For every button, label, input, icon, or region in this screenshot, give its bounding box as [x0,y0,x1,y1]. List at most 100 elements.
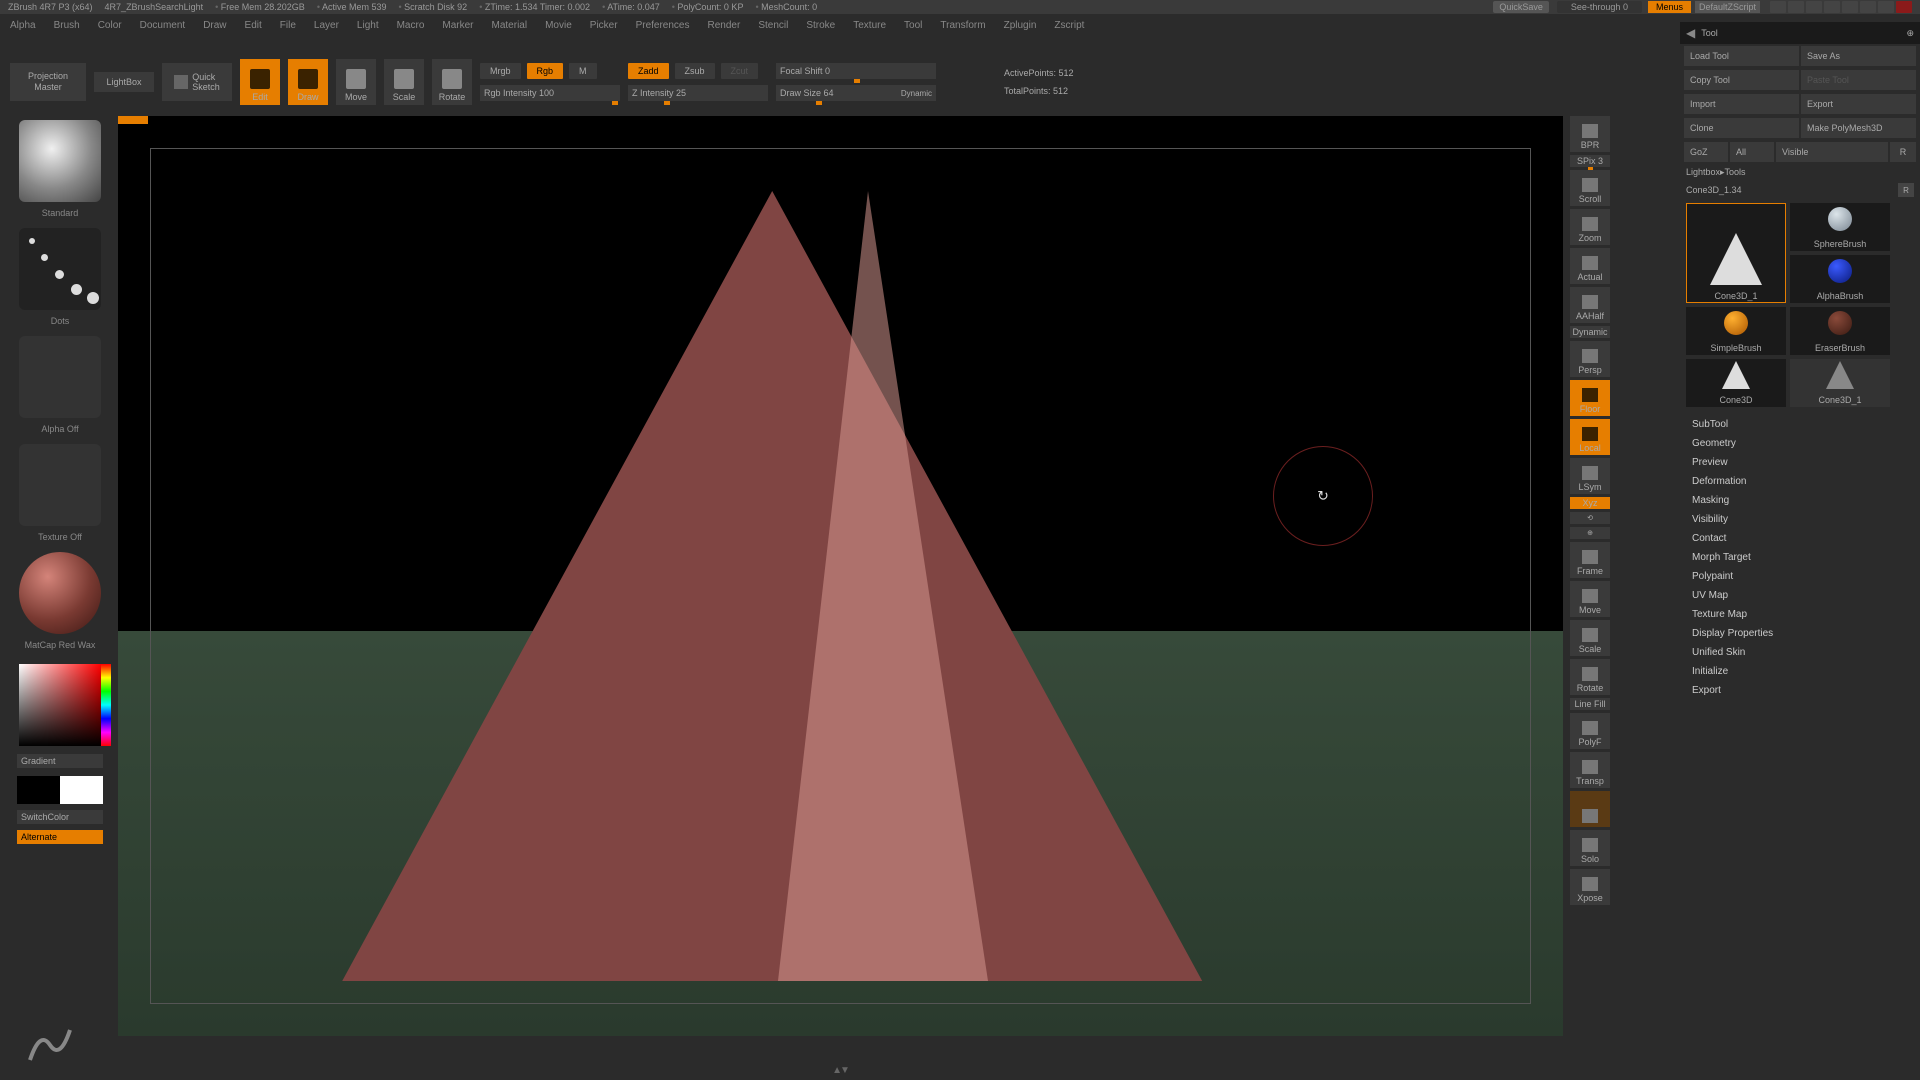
menu-zplugin[interactable]: Zplugin [1004,20,1037,31]
menu-stencil[interactable]: Stencil [758,20,788,31]
xpose-button[interactable]: Xpose [1570,869,1610,905]
titlebar-icon[interactable] [1824,1,1840,13]
scroll-button[interactable]: Scroll [1570,170,1610,206]
tool-thumb-cone3d[interactable]: Cone3D [1686,359,1786,407]
menus-toggle[interactable]: Menus [1648,1,1691,13]
menu-light[interactable]: Light [357,20,379,31]
ghost-button[interactable] [1570,791,1610,827]
section-uv-map[interactable]: UV Map [1680,586,1920,605]
brush-thumbnail[interactable] [19,120,101,202]
zoom-button[interactable]: Zoom [1570,209,1610,245]
rgb-button[interactable]: Rgb [527,63,564,79]
lsym-button[interactable]: LSym [1570,458,1610,494]
goz-button[interactable]: GoZ [1684,142,1728,162]
tool-r-button[interactable]: R [1898,183,1914,197]
menu-color[interactable]: Color [98,20,122,31]
titlebar-icon[interactable] [1842,1,1858,13]
rot-y-button[interactable]: ⟲ [1570,512,1610,524]
menu-zscript[interactable]: Zscript [1054,20,1084,31]
section-morph-target[interactable]: Morph Target [1680,548,1920,567]
gradient-toggle[interactable]: Gradient [17,754,103,768]
section-contact[interactable]: Contact [1680,529,1920,548]
lightbox-tools-link[interactable]: Lightbox▸Tools [1680,164,1920,181]
texture-thumbnail[interactable] [19,444,101,526]
switch-color-button[interactable]: SwitchColor [17,810,103,824]
quick-sketch-button[interactable]: Quick Sketch [162,63,232,101]
rot-z-button[interactable]: ⊕ [1570,527,1610,539]
aahalf-button[interactable]: AAHalf [1570,287,1610,323]
hue-strip[interactable] [101,664,111,746]
tool-thumb-cone3d-1[interactable]: Cone3D_1 [1790,359,1890,407]
section-subtool[interactable]: SubTool [1680,415,1920,434]
alternate-button[interactable]: Alternate [17,830,103,844]
menu-edit[interactable]: Edit [245,20,262,31]
section-masking[interactable]: Masking [1680,491,1920,510]
save-as-button[interactable]: Save As [1801,46,1916,66]
zsub-button[interactable]: Zsub [675,63,715,79]
default-zscript[interactable]: DefaultZScript [1695,1,1760,13]
menu-layer[interactable]: Layer [314,20,339,31]
section-display-properties[interactable]: Display Properties [1680,624,1920,643]
menu-render[interactable]: Render [708,20,741,31]
move-mode-button[interactable]: Move [336,59,376,105]
paste-tool-button[interactable]: Paste Tool [1801,70,1916,90]
spix-slider[interactable]: SPix 3 [1570,155,1610,167]
lightbox-button[interactable]: LightBox [94,72,154,92]
mrgb-button[interactable]: Mrgb [480,63,521,79]
section-texture-map[interactable]: Texture Map [1680,605,1920,624]
section-unified-skin[interactable]: Unified Skin [1680,643,1920,662]
resize-handle[interactable]: ▲▼ [832,1065,848,1076]
material-thumbnail[interactable] [19,552,101,634]
goz-r-button[interactable]: R [1890,142,1916,162]
z-intensity-slider[interactable]: Z Intensity 25 [628,85,768,101]
solo-button[interactable]: Solo [1570,830,1610,866]
m-button[interactable]: M [569,63,597,79]
menu-draw[interactable]: Draw [203,20,226,31]
menu-picker[interactable]: Picker [590,20,618,31]
alpha-thumbnail[interactable] [19,336,101,418]
titlebar-icon[interactable] [1788,1,1804,13]
menu-transform[interactable]: Transform [940,20,985,31]
minimize-icon[interactable] [1860,1,1876,13]
xyz-button[interactable]: Xyz [1570,497,1610,509]
floor-button[interactable]: Floor [1570,380,1610,416]
tool-thumb-alphabrush[interactable]: AlphaBrush [1790,255,1890,303]
color-picker[interactable] [19,664,101,746]
tool-thumb-simplebrush[interactable]: SimpleBrush [1686,307,1786,355]
polyf-button[interactable]: PolyF [1570,713,1610,749]
bpr-button[interactable]: BPR [1570,116,1610,152]
close-icon[interactable] [1896,1,1912,13]
draw-size-slider[interactable]: Draw Size 64Dynamic [776,85,936,101]
menu-file[interactable]: File [280,20,296,31]
section-visibility[interactable]: Visibility [1680,510,1920,529]
edit-mode-button[interactable]: Edit [240,59,280,105]
make-polymesh-button[interactable]: Make PolyMesh3D [1801,118,1916,138]
menu-stroke[interactable]: Stroke [806,20,835,31]
clone-button[interactable]: Clone [1684,118,1799,138]
viewport[interactable] [118,116,1563,1036]
menu-preferences[interactable]: Preferences [636,20,690,31]
stroke-thumbnail[interactable] [19,228,101,310]
menu-marker[interactable]: Marker [442,20,473,31]
menu-macro[interactable]: Macro [397,20,425,31]
vp-rotate-button[interactable]: Rotate [1570,659,1610,695]
projection-master-button[interactable]: Projection Master [10,63,86,101]
menu-movie[interactable]: Movie [545,20,572,31]
section-initialize[interactable]: Initialize [1680,662,1920,681]
viewport-tab[interactable] [118,116,148,124]
zadd-button[interactable]: Zadd [628,63,669,79]
menu-alpha[interactable]: Alpha [10,20,36,31]
goz-all-button[interactable]: All [1730,142,1774,162]
seethrough-slider[interactable]: See-through 0 [1557,1,1642,13]
vp-move-button[interactable]: Move [1570,581,1610,617]
persp-button[interactable]: Persp [1570,341,1610,377]
menu-document[interactable]: Document [140,20,186,31]
titlebar-icon[interactable] [1770,1,1786,13]
tool-panel-header[interactable]: ◀Tool⊕ [1680,22,1920,44]
tool-thumb-spherebrush[interactable]: SphereBrush [1790,203,1890,251]
vp-scale-button[interactable]: Scale [1570,620,1610,656]
frame-button[interactable]: Frame [1570,542,1610,578]
local-button[interactable]: Local [1570,419,1610,455]
menu-material[interactable]: Material [492,20,528,31]
tool-thumb-cone-active[interactable]: Cone3D_1 [1686,203,1786,303]
